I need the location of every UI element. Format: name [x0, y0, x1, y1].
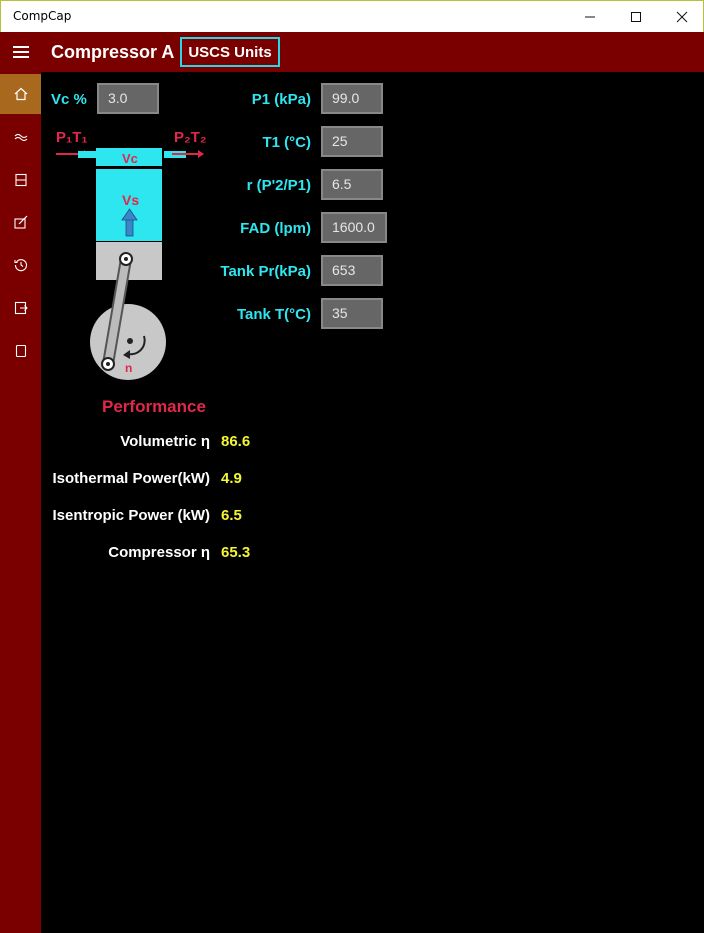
- panel-icon: [14, 173, 27, 187]
- isentropic-power-label: Isentropic Power (kW): [52, 507, 210, 524]
- app-header: Compressor A USCS Units: [0, 32, 704, 72]
- history-icon: [13, 259, 27, 272]
- sidebar-item-export[interactable]: [0, 288, 41, 328]
- volumetric-efficiency-value: 86.6: [221, 433, 251, 450]
- inlet-label: P₁T₁: [56, 129, 88, 146]
- sidebar-item-edit[interactable]: [0, 202, 41, 242]
- units-toggle-button[interactable]: USCS Units: [180, 37, 280, 67]
- isothermal-power-label: Isothermal Power(kW): [52, 470, 210, 487]
- home-icon: [14, 87, 27, 101]
- page-icon: [15, 344, 26, 358]
- tank-temp-input[interactable]: 35: [321, 298, 383, 329]
- fad-input[interactable]: 1600.0: [321, 212, 387, 243]
- vc-label: Vc %: [51, 91, 87, 108]
- ratio-input[interactable]: 6.5: [321, 169, 383, 200]
- t1-input[interactable]: 25: [321, 126, 383, 157]
- isothermal-power-value: 4.9: [221, 470, 242, 487]
- maximize-button[interactable]: [613, 1, 659, 33]
- close-button[interactable]: [659, 1, 704, 33]
- vs-diagram-label: Vs: [122, 192, 139, 208]
- outlet-label: P₂T₂: [174, 129, 207, 146]
- flow-icon: [14, 133, 27, 142]
- n-diagram-label: n: [125, 361, 132, 375]
- fad-label: FAD (lpm): [240, 220, 311, 237]
- window-title: CompCap: [13, 9, 72, 23]
- tank-pressure-input[interactable]: 653: [321, 255, 383, 286]
- sidebar: [0, 72, 41, 933]
- maximize-icon: [631, 12, 641, 22]
- vc-diagram-label: Vc: [122, 151, 138, 166]
- hamburger-menu-icon[interactable]: [0, 32, 42, 72]
- compressor-efficiency-label: Compressor η: [108, 544, 210, 561]
- tank-temp-label: Tank T(°C): [236, 306, 311, 323]
- volumetric-efficiency-label: Volumetric η: [120, 433, 210, 450]
- edit-icon: [13, 215, 27, 229]
- compressor-diagram: P₁T₁ P₂T₂ Vc Vs n: [56, 129, 207, 380]
- isentropic-power-value: 6.5: [221, 507, 242, 524]
- sidebar-item-flow[interactable]: [0, 117, 41, 157]
- export-icon: [14, 301, 28, 315]
- performance-title: Performance: [102, 397, 206, 416]
- t1-label: T1 (°C): [262, 134, 312, 151]
- minimize-button[interactable]: [567, 1, 613, 33]
- close-icon: [676, 11, 688, 23]
- compressor-efficiency-value: 65.3: [221, 544, 251, 561]
- sidebar-item-page[interactable]: [0, 331, 41, 371]
- sidebar-item-home[interactable]: [0, 74, 41, 114]
- sidebar-item-panel[interactable]: [0, 160, 41, 200]
- page-title: Compressor A: [51, 42, 175, 62]
- minimize-icon: [585, 16, 595, 18]
- sidebar-item-history[interactable]: [0, 245, 41, 285]
- p1-label: P1 (kPa): [251, 91, 311, 108]
- vc-input[interactable]: 3.0: [97, 83, 159, 114]
- p1-input[interactable]: 99.0: [321, 83, 383, 114]
- ratio-label: r (P'2/P1): [246, 177, 311, 194]
- tank-pressure-label: Tank Pr(kPa): [220, 263, 311, 280]
- title-bar: CompCap: [0, 0, 704, 32]
